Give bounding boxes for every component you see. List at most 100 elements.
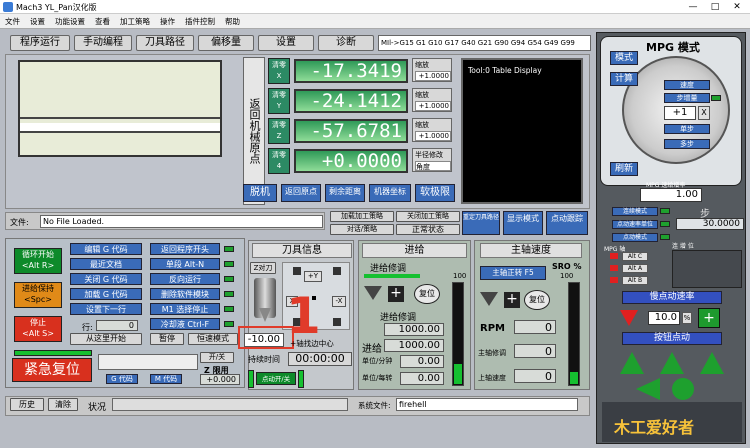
menu-help[interactable]: 帮助 (220, 14, 245, 29)
toolpath-display[interactable] (18, 60, 222, 157)
regen-toolpath-button[interactable]: 重定刀具路径 (462, 211, 500, 235)
menu-operator[interactable]: 操作 (155, 14, 180, 29)
tab-diagnostics[interactable]: 诊断 (318, 35, 374, 51)
jog-toggle-button[interactable]: 点动开/关 (256, 372, 296, 385)
z-inhibit-toggle[interactable]: 开/关 (200, 352, 234, 363)
edit-gcode-button[interactable]: 编辑 G 代码 (70, 243, 142, 255)
mpg-alt-b-button[interactable]: Alt B (622, 276, 648, 285)
continuous-mode-button[interactable]: 连续模式 (612, 207, 658, 216)
zero-z-button[interactable]: 清零 Z (268, 118, 290, 144)
close-gcode-button[interactable]: 关闭 G 代码 (70, 273, 142, 285)
goto-zero-button[interactable]: 返回原点 (281, 184, 321, 202)
spindle-override-value[interactable]: 0 (514, 344, 556, 358)
single-block-button[interactable]: 单段 Alt-N (150, 258, 220, 270)
emergency-reset-button[interactable]: 紧急复位 (12, 358, 92, 382)
constant-velocity-button[interactable]: 恒速模式 (188, 333, 238, 345)
slow-jog-up-icon[interactable]: + (698, 308, 720, 328)
offline-button[interactable]: 脱机 (243, 184, 277, 202)
jog-x-plus-icon[interactable] (672, 378, 694, 400)
scale-x-value[interactable]: +1.0000 (415, 71, 451, 81)
scale-y-value[interactable]: +1.0000 (415, 101, 451, 111)
mpg-multi-button[interactable]: 多步 (664, 139, 710, 149)
mpg-mode-button[interactable]: 模式 (610, 51, 638, 65)
jog-mode-button[interactable]: 点动模式 (612, 233, 658, 242)
stop-button[interactable]: 停止 <Alt S> (14, 316, 62, 342)
dist-to-go-button[interactable]: 剩余距离 (325, 184, 365, 202)
conversational-button[interactable]: 对话/策略 (330, 224, 394, 235)
menu-plugins[interactable]: 插件控制 (180, 14, 220, 29)
tab-program-run[interactable]: 程序运行 (10, 35, 70, 51)
zero-4-button[interactable]: 清零 4 (268, 148, 290, 174)
spindle-reset-button[interactable]: 复位 (524, 290, 550, 310)
jog-follow-button[interactable]: 点动跟踪 (546, 211, 588, 235)
mpg-single-button[interactable]: 单步 (664, 124, 710, 134)
load-gcode-button[interactable]: 加载 G 代码 (70, 288, 142, 300)
mpg-alt-a-button[interactable]: Alt A (622, 264, 648, 273)
tab-toolpath[interactable]: 刀具路径 (136, 35, 194, 51)
close-wizard-button[interactable]: 关闭加工策略 (396, 211, 460, 222)
normal-condition-button[interactable]: 正常状态 (396, 224, 460, 235)
menu-config[interactable]: 设置 (25, 14, 50, 29)
menu-file[interactable]: 文件 (0, 14, 25, 29)
display-mode-button[interactable]: 显示模式 (503, 211, 543, 235)
feed-value[interactable]: 1000.00 (384, 339, 444, 352)
dro-x[interactable]: -17.3419 (294, 59, 408, 83)
tab-offsets[interactable]: 偏移量 (198, 35, 254, 51)
load-wizard-button[interactable]: 加载加工策略 (330, 211, 394, 222)
feedhold-button[interactable]: 进给保持 <Spc> (14, 282, 62, 308)
mcodes-button[interactable]: M 代码 (150, 374, 182, 384)
slow-jog-value[interactable]: 10.0 (648, 311, 680, 325)
z-touch-button[interactable]: Z对刀 (250, 262, 276, 274)
cycle-start-button[interactable]: 循环开始 <Alt R> (14, 248, 62, 274)
clear-button[interactable]: 清除 (48, 398, 78, 411)
jog-rate-value[interactable]: 30.0000 (676, 218, 744, 230)
x-plus-button[interactable]: -X (332, 296, 346, 307)
soft-limits-button[interactable]: 软极限 (415, 184, 455, 202)
history-button[interactable]: 历史 (10, 398, 44, 411)
zero-y-button[interactable]: 清零 Y (268, 88, 290, 114)
feed-up-icon[interactable]: + (388, 286, 404, 302)
mpg-calc-button[interactable]: 计算 (610, 72, 638, 86)
ref-all-home-button[interactable]: 返回机械原点 (243, 57, 265, 205)
jog-rate-units-button[interactable]: 点动速率单位 (612, 220, 658, 229)
menu-view[interactable]: 查看 (90, 14, 115, 29)
mpg-alt-c-button[interactable]: Alt C (622, 252, 648, 261)
close-button[interactable]: ✕ (726, 0, 748, 14)
run-from-here-button[interactable]: 从这里开始 (70, 333, 142, 345)
tab-settings[interactable]: 设置 (258, 35, 314, 51)
mpg-increment-field[interactable]: +1 (664, 106, 696, 120)
zero-x-button[interactable]: 清零 X (268, 58, 290, 84)
z-inhibit-value[interactable]: +0.000 (200, 374, 240, 385)
profile-name: firehell (396, 398, 578, 411)
minimize-button[interactable]: — (682, 0, 704, 14)
pause-button[interactable]: 暂停 (150, 333, 184, 345)
mpg-step-button[interactable]: 步增量 (664, 93, 710, 103)
coolant-button[interactable]: 冷却液 Ctrl-F (150, 318, 220, 330)
reverse-run-button[interactable]: 反向运行 (150, 273, 220, 285)
set-next-line-button[interactable]: 设置下一行 (70, 303, 142, 315)
line-number-field[interactable]: 0 (96, 320, 138, 331)
spindle-up-icon[interactable]: + (504, 292, 520, 308)
dro-z[interactable]: -57.6781 (294, 119, 408, 143)
machine-coords-button[interactable]: 机器坐标 (369, 184, 411, 202)
scale-z-value[interactable]: +1.0000 (415, 131, 451, 141)
menu-wizard[interactable]: 加工策略 (115, 14, 155, 29)
menu-functions[interactable]: 功能设置 (50, 14, 90, 29)
maximize-button[interactable]: □ (704, 0, 726, 14)
rewind-button[interactable]: 返回程序开头 (150, 243, 220, 255)
mpg-speed-button[interactable]: 速度 (664, 80, 710, 90)
dro-y[interactable]: -24.1412 (294, 89, 408, 113)
feed-override-value[interactable]: 1000.00 (384, 323, 444, 336)
mpg-refresh-button[interactable]: 刷新 (610, 162, 638, 176)
dro-4[interactable]: +0.0000 (294, 149, 408, 173)
feed-reset-button[interactable]: 复位 (414, 284, 440, 304)
y-plus-button[interactable]: +Y (304, 271, 322, 282)
mpg-fine-value[interactable]: 1.00 (640, 188, 702, 202)
spindle-cw-button[interactable]: 主轴正转 F5 (480, 266, 546, 280)
mpg-x-button[interactable]: X (698, 106, 710, 120)
optional-stop-button[interactable]: M1 选择停止 (150, 303, 220, 315)
recent-file-button[interactable]: 最近文档 (70, 258, 142, 270)
gcodes-button[interactable]: G 代码 (106, 374, 138, 384)
block-delete-button[interactable]: 删除软件模块 (150, 288, 220, 300)
tab-mdi[interactable]: 手动编程 (74, 35, 132, 51)
